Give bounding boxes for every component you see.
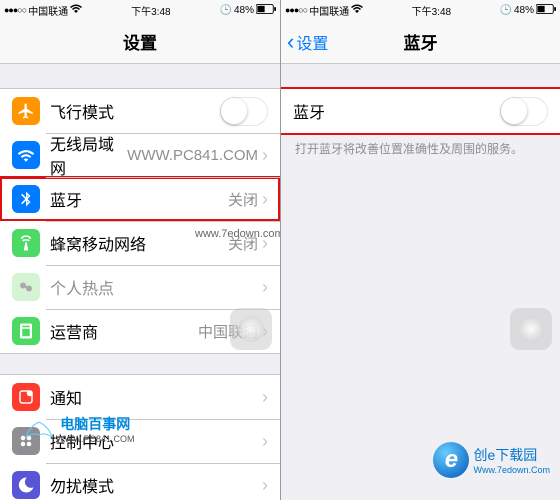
chevron-left-icon: ‹ xyxy=(287,29,294,55)
control-center-label: 控制中心 xyxy=(50,429,262,453)
back-label: 设置 xyxy=(296,30,328,54)
cellular-value: 关闭 xyxy=(228,233,258,254)
row-hotspot: 个人热点 › xyxy=(0,265,280,309)
chevron-right-icon: › xyxy=(262,277,268,298)
nav-bar: 设置 xyxy=(0,20,280,64)
back-button[interactable]: ‹ 设置 xyxy=(287,29,328,55)
status-time: 下午3:48 xyxy=(412,3,451,18)
chevron-right-icon: › xyxy=(262,233,268,254)
row-wifi[interactable]: 无线局域网 WWW.PC841.COM › xyxy=(0,133,280,177)
bluetooth-toggle[interactable] xyxy=(500,97,548,126)
alarm-icon: 🕒 xyxy=(500,5,512,16)
page-title: 蓝牙 xyxy=(404,29,438,54)
airplane-toggle[interactable] xyxy=(220,97,268,126)
notifications-label: 通知 xyxy=(50,385,262,409)
wifi-label: 无线局域网 xyxy=(50,131,127,179)
chevron-right-icon: › xyxy=(262,431,268,452)
bluetooth-toggle-label: 蓝牙 xyxy=(293,99,500,123)
cellular-label: 蜂窝移动网络 xyxy=(50,231,228,255)
hotspot-label: 个人热点 xyxy=(50,275,262,299)
wifi-value: WWW.PC841.COM xyxy=(127,147,258,164)
control-center-icon xyxy=(12,427,40,455)
bluetooth-label: 蓝牙 xyxy=(50,187,228,211)
carrier-label: 中国联通 xyxy=(309,3,349,18)
assistive-touch-icon[interactable] xyxy=(230,308,272,350)
bluetooth-group: 蓝牙 xyxy=(281,88,560,134)
status-bar: ●●●○○ 中国联通 下午3:48 🕒 48% xyxy=(0,0,280,20)
row-control-center[interactable]: 控制中心 › xyxy=(0,419,280,463)
hotspot-icon xyxy=(12,273,40,301)
settings-group-2: 通知 › 控制中心 › 勿扰模式 › xyxy=(0,374,280,500)
status-bar: ●●●○○ 中国联通 下午3:48 🕒 48% xyxy=(281,0,560,20)
airplane-label: 飞行模式 xyxy=(50,99,220,123)
row-cellular[interactable]: 蜂窝移动网络 关闭 › xyxy=(0,221,280,265)
notifications-icon xyxy=(12,383,40,411)
bluetooth-pane: ●●●○○ 中国联通 下午3:48 🕒 48% ‹ 设置 蓝牙 xyxy=(280,0,560,500)
alarm-icon: 🕒 xyxy=(220,5,232,16)
status-time: 下午3:48 xyxy=(131,3,170,18)
settings-pane: ●●●○○ 中国联通 下午3:48 🕒 48% 设置 xyxy=(0,0,280,500)
battery-icon xyxy=(536,4,556,17)
page-title: 设置 xyxy=(123,29,157,54)
bluetooth-value: 关闭 xyxy=(228,189,258,210)
row-bluetooth[interactable]: 蓝牙 关闭 › xyxy=(0,177,280,221)
row-bluetooth-toggle[interactable]: 蓝牙 xyxy=(281,89,560,133)
assistive-touch-icon[interactable] xyxy=(510,308,552,350)
bluetooth-footer-text: 打开蓝牙将改善位置准确性及周围的服务。 xyxy=(281,134,560,163)
row-dnd[interactable]: 勿扰模式 › xyxy=(0,463,280,500)
bluetooth-icon xyxy=(12,185,40,213)
dnd-label: 勿扰模式 xyxy=(50,473,262,497)
battery-percent: 48% xyxy=(514,5,534,16)
nav-bar: ‹ 设置 蓝牙 xyxy=(281,20,560,64)
chevron-right-icon: › xyxy=(262,145,268,166)
signal-icon: ●●●○○ xyxy=(285,5,307,15)
wifi-icon xyxy=(70,4,82,17)
row-airplane[interactable]: 飞行模式 xyxy=(0,89,280,133)
dnd-icon xyxy=(12,471,40,499)
cellular-icon xyxy=(12,229,40,257)
carrier-label: 中国联通 xyxy=(28,3,68,18)
ie-logo-icon: e xyxy=(433,442,469,478)
chevron-right-icon: › xyxy=(262,189,268,210)
signal-icon: ●●●○○ xyxy=(4,5,26,15)
row-notifications[interactable]: 通知 › xyxy=(0,375,280,419)
watermark-cey: e 创e下载园 Www.7edown.Com xyxy=(433,442,550,478)
wifi-row-icon xyxy=(12,141,40,169)
carrier-label: 运营商 xyxy=(50,319,198,343)
wifi-icon xyxy=(351,4,363,17)
airplane-icon xyxy=(12,97,40,125)
chevron-right-icon: › xyxy=(262,387,268,408)
battery-percent: 48% xyxy=(234,5,254,16)
battery-icon xyxy=(256,4,276,17)
chevron-right-icon: › xyxy=(262,475,268,496)
carrier-icon xyxy=(12,317,40,345)
